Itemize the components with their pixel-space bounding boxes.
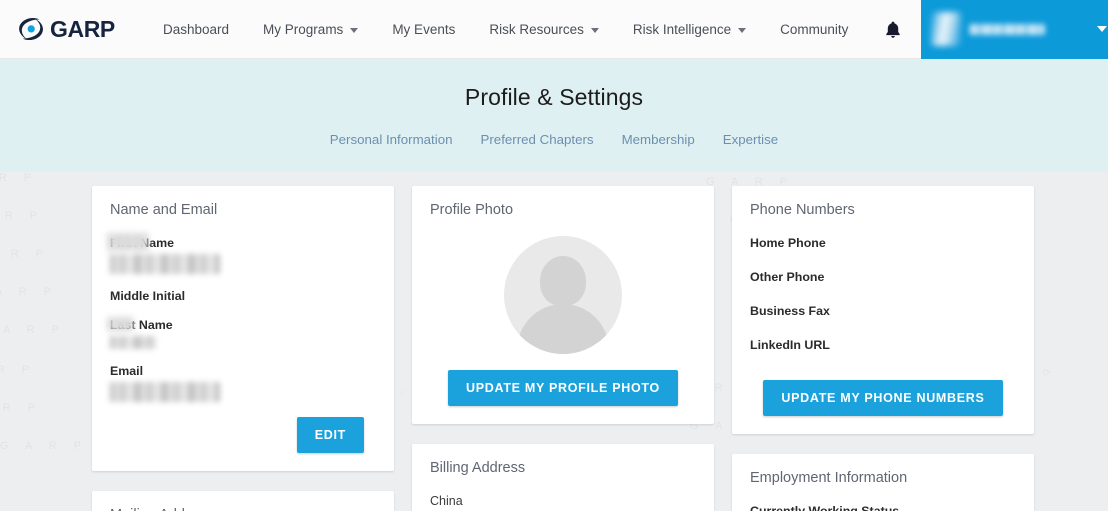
nav-label: My Programs: [263, 21, 344, 37]
field-label: Last Name: [108, 317, 376, 332]
avatar-head: [540, 256, 586, 306]
cards-grid: Name and Email First Name Middle Initial…: [0, 172, 1108, 511]
linkedin-url-label: LinkedIn URL: [750, 338, 830, 352]
nav-label: Community: [780, 21, 849, 37]
profile-photo-placeholder-icon: [504, 236, 622, 354]
field-label: First Name: [108, 233, 376, 251]
edit-button[interactable]: EDIT: [296, 417, 364, 453]
nav-item-community[interactable]: Community: [763, 0, 865, 58]
nav-item-my-events[interactable]: My Events: [375, 0, 472, 58]
last-name-value-redacted: [110, 336, 156, 349]
field-last-name: Last Name: [108, 317, 376, 349]
page-banner: Profile & Settings Personal Information …: [0, 59, 1108, 172]
header-right-cluster: ?: [865, 0, 1108, 59]
chevron-down-icon: [350, 27, 359, 33]
column-right: Phone Numbers Home Phone Other Phone Bus…: [732, 186, 1034, 511]
user-account-menu[interactable]: [921, 0, 1108, 59]
user-name-redacted: [969, 23, 1046, 35]
card-title: Mailing Address: [110, 507, 376, 511]
first-name-value-redacted: [110, 254, 220, 274]
card-title: Employment Information: [750, 470, 908, 486]
garp-logo[interactable]: GARP: [18, 14, 130, 44]
update-profile-photo-button[interactable]: UPDATE MY PROFILE PHOTO: [448, 370, 678, 406]
top-navigation-bar: GARP Dashboard My Programs My Events Ris…: [0, 0, 1108, 59]
other-phone-label: Other Phone: [750, 270, 825, 284]
tab-personal-information[interactable]: Personal Information: [330, 132, 453, 147]
nav-item-risk-resources[interactable]: Risk Resources: [472, 0, 616, 58]
card-title: Phone Numbers: [750, 202, 855, 218]
email-value-redacted: [110, 382, 220, 402]
avatar-body: [517, 304, 609, 354]
card-mailing-address: Mailing Address: [92, 491, 394, 511]
nav-label: Risk Intelligence: [632, 21, 732, 37]
card-employment-information: Employment Information Currently Working…: [732, 454, 1034, 511]
nav-label: Risk Resources: [489, 21, 584, 37]
business-fax-label: Business Fax: [750, 304, 830, 318]
card-billing-address: Billing Address China: [412, 444, 714, 511]
nav-label: Dashboard: [163, 21, 230, 37]
chevron-down-icon: [738, 27, 747, 33]
card-actions: EDIT: [110, 417, 376, 453]
card-actions: UPDATE MY PROFILE PHOTO: [430, 370, 696, 406]
card-actions: UPDATE MY PHONE NUMBERS: [750, 380, 1016, 416]
home-phone-label: Home Phone: [750, 236, 826, 250]
chevron-down-icon: [1097, 26, 1108, 32]
avatar: [931, 12, 962, 46]
redaction-overlay-icon: [108, 317, 134, 331]
redaction-overlay-icon: [108, 233, 148, 251]
nav-item-my-programs[interactable]: My Programs: [246, 0, 375, 58]
email-label: Email: [110, 364, 144, 378]
field-email: Email: [110, 364, 376, 402]
column-left: Name and Email First Name Middle Initial…: [92, 186, 394, 511]
tab-expertise[interactable]: Expertise: [723, 132, 778, 147]
billing-country: China: [430, 494, 463, 508]
card-title: Profile Photo: [430, 202, 514, 218]
nav-item-dashboard[interactable]: Dashboard: [146, 0, 246, 58]
profile-section-tabs: Personal Information Preferred Chapters …: [0, 132, 1108, 147]
page-content: G A R P G A R P G A R P G A R P G A R P …: [0, 172, 1108, 511]
card-profile-photo: Profile Photo UPDATE MY PROFILE PHOTO: [412, 186, 714, 424]
nav-item-risk-intelligence[interactable]: Risk Intelligence: [616, 0, 763, 58]
card-name-and-email: Name and Email First Name Middle Initial…: [92, 186, 394, 471]
nav-label: My Events: [392, 21, 456, 37]
field-middle-initial: Middle Initial: [110, 289, 376, 303]
working-status-label: Currently Working Status: [750, 504, 900, 511]
update-phone-numbers-button[interactable]: UPDATE MY PHONE NUMBERS: [763, 380, 1003, 416]
notifications-button[interactable]: [865, 0, 921, 59]
tab-preferred-chapters[interactable]: Preferred Chapters: [481, 132, 594, 147]
card-title: Name and Email: [110, 202, 218, 218]
page-title: Profile & Settings: [464, 84, 644, 110]
chevron-down-icon: [590, 27, 599, 33]
field-first-name: First Name: [108, 233, 376, 274]
card-title: Billing Address: [430, 460, 526, 476]
bell-icon: [886, 21, 901, 38]
tab-membership[interactable]: Membership: [622, 132, 695, 147]
svg-text:GARP: GARP: [50, 16, 115, 42]
main-nav: Dashboard My Programs My Events Risk Res…: [146, 0, 865, 58]
column-middle: Profile Photo UPDATE MY PROFILE PHOTO Bi…: [412, 186, 714, 511]
card-phone-numbers: Phone Numbers Home Phone Other Phone Bus…: [732, 186, 1034, 434]
middle-initial-label: Middle Initial: [110, 289, 186, 303]
